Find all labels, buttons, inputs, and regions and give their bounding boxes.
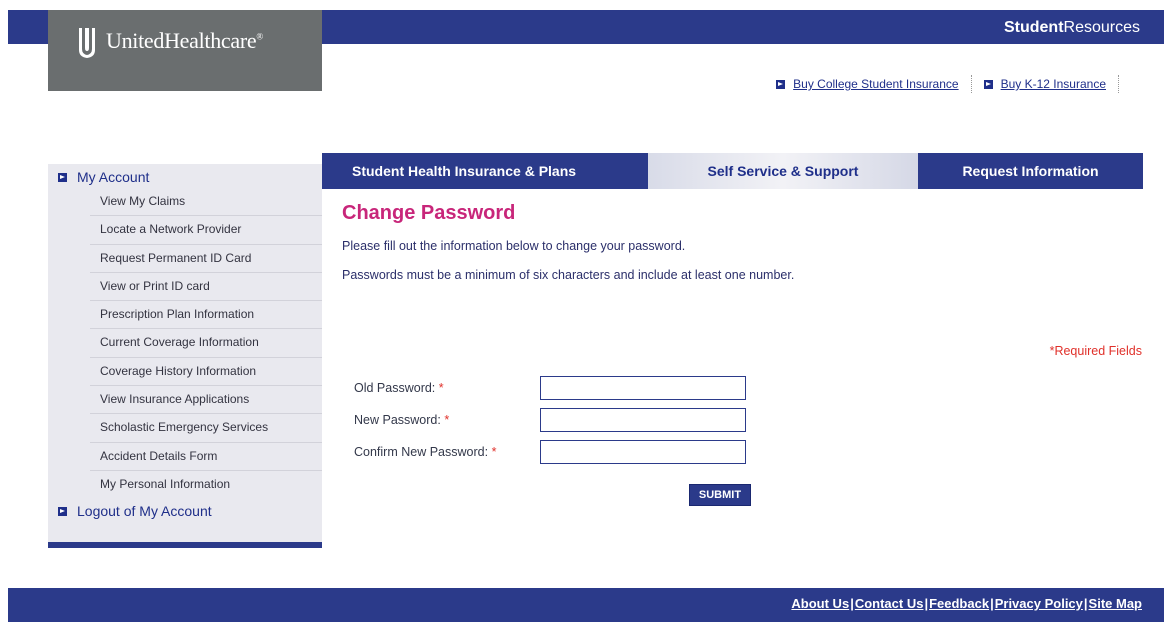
new-password-label: New Password: * [354, 413, 450, 427]
buy-k12-insurance-link[interactable]: Buy K-12 Insurance [983, 77, 1106, 91]
logo-shield-icon [79, 28, 95, 58]
sidebar-item-coverage-history[interactable]: Coverage History Information [90, 358, 322, 387]
arrow-bullet-icon [776, 79, 786, 89]
required-mark: * [491, 445, 497, 459]
intro-text: Please fill out the information below to… [342, 239, 686, 253]
arrow-bullet-icon [58, 506, 67, 516]
required-mark: * [438, 381, 444, 395]
old-password-label: Old Password: * [354, 381, 444, 395]
footer-feedback-link[interactable]: Feedback [929, 596, 989, 611]
footer-links: About Us|Contact Us|Feedback|Privacy Pol… [791, 596, 1142, 611]
footer-separator: | [990, 596, 994, 611]
sidebar-item-view-my-claims[interactable]: View My Claims [90, 188, 322, 217]
sidebar-item-emergency-services[interactable]: Scholastic Emergency Services [90, 414, 322, 443]
sidebar-item-locate-provider[interactable]: Locate a Network Provider [90, 216, 322, 245]
sidebar-item-print-id-card[interactable]: View or Print ID card [90, 273, 322, 302]
new-password-row: New Password: * [354, 408, 746, 432]
arrow-bullet-icon [983, 79, 993, 89]
footer-separator: | [924, 596, 929, 611]
tab-request-information[interactable]: Request Information [918, 153, 1143, 189]
logo-wordmark: UnitedHealthcare® [106, 28, 263, 53]
tab-student-health-insurance[interactable]: Student Health Insurance & Plans [322, 153, 648, 189]
required-mark: * [444, 413, 450, 427]
old-password-row: Old Password: * [354, 376, 746, 400]
confirm-password-input[interactable] [540, 440, 746, 464]
divider [1118, 75, 1119, 93]
page-title: Change Password [342, 202, 516, 224]
main-content: Change Password Please fill out the info… [342, 200, 1142, 282]
footer-separator: | [1083, 596, 1088, 611]
divider [970, 75, 972, 93]
confirm-password-row: Confirm New Password: * [354, 440, 746, 464]
submit-button[interactable]: SUBMIT [689, 484, 751, 506]
footer-privacy-policy-link[interactable]: Privacy Policy [995, 596, 1083, 611]
buy-insurance-links: Buy College Student Insurance Buy K-12 I… [776, 75, 1131, 93]
sidebar-item-accident-details[interactable]: Accident Details Form [90, 443, 322, 471]
arrow-bullet-icon [58, 172, 67, 182]
account-menu: View My Claims Locate a Network Provider… [48, 188, 322, 499]
student-resources-label: StudentResources [1003, 19, 1140, 36]
my-account-heading[interactable]: My Account [48, 166, 322, 188]
logout-link[interactable]: Logout of My Account [48, 499, 322, 523]
account-sidebar: My Account View My Claims Locate a Netwo… [48, 164, 322, 548]
sidebar-item-request-id-card[interactable]: Request Permanent ID Card [90, 245, 322, 273]
unitedhealthcare-logo[interactable]: UnitedHealthcare® [48, 10, 322, 91]
footer-about-us-link[interactable]: About Us [791, 596, 849, 611]
footer-separator: | [850, 596, 854, 611]
tab-self-service-support[interactable]: Self Service & Support [648, 153, 918, 189]
password-rule-text: Passwords must be a minimum of six chara… [342, 268, 795, 282]
old-password-input[interactable] [540, 376, 746, 400]
buy-college-insurance-link[interactable]: Buy College Student Insurance [776, 77, 959, 91]
footer-site-map-link[interactable]: Site Map [1089, 596, 1142, 611]
sidebar-item-insurance-applications[interactable]: View Insurance Applications [90, 386, 322, 415]
sidebar-item-personal-information[interactable]: My Personal Information [90, 471, 322, 499]
confirm-password-label: Confirm New Password: * [354, 445, 497, 459]
footer: About Us|Contact Us|Feedback|Privacy Pol… [8, 588, 1164, 622]
main-tabs: Student Health Insurance & Plans Self Se… [322, 153, 1143, 189]
new-password-input[interactable] [540, 408, 746, 432]
required-fields-note: *Required Fields [1049, 344, 1142, 358]
footer-contact-us-link[interactable]: Contact Us [855, 596, 924, 611]
sidebar-item-current-coverage[interactable]: Current Coverage Information [90, 329, 322, 358]
sidebar-item-prescription-plan[interactable]: Prescription Plan Information [90, 301, 322, 330]
